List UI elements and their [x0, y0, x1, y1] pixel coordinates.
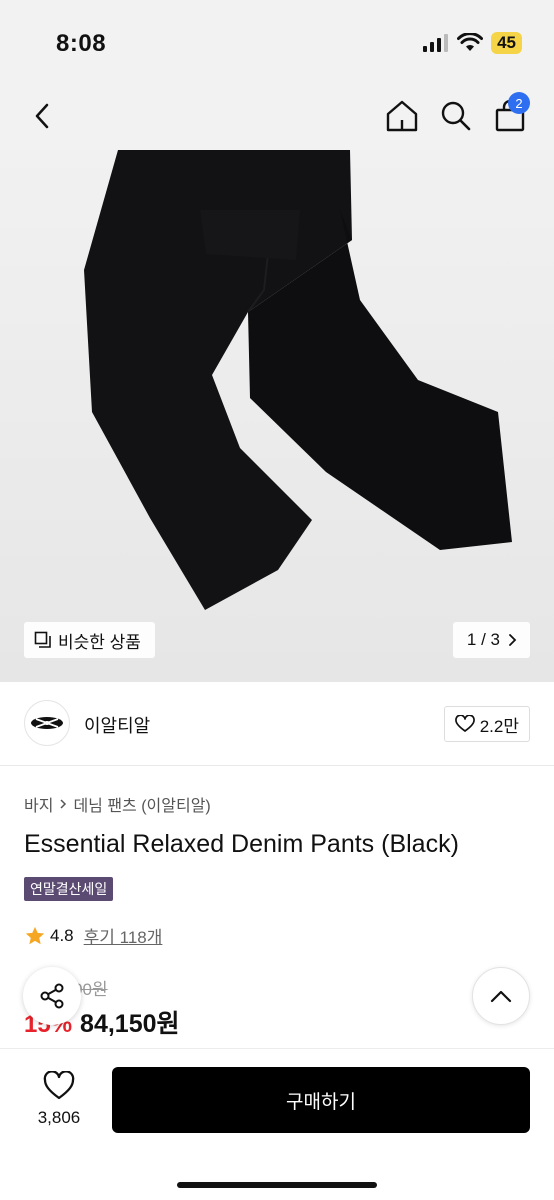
brand-like-button[interactable]: 2.2만	[443, 706, 530, 742]
rating-value: 4.8	[50, 925, 74, 945]
brand-like-count: 2.2만	[479, 716, 519, 736]
brand-name[interactable]: 이알티알	[84, 712, 150, 738]
back-icon	[35, 103, 49, 129]
signal-icon	[423, 34, 449, 52]
chevron-right-icon	[509, 634, 517, 646]
search-button[interactable]	[434, 94, 478, 138]
similar-icon	[34, 631, 51, 648]
buy-button[interactable]: 구매하기	[112, 1067, 530, 1133]
brand-row[interactable]: 이알티알 2.2만	[0, 682, 554, 766]
product-title: Essential Relaxed Denim Pants (Black)	[24, 830, 459, 858]
search-icon	[441, 101, 471, 131]
wish-count: 3,806	[37, 1108, 81, 1127]
similar-products-button[interactable]: 비슷한 상품	[24, 622, 155, 658]
wifi-icon	[457, 33, 484, 51]
bottom-action-bar: 3,806 구매하기	[0, 1048, 554, 1200]
home-indicator	[177, 1182, 377, 1188]
rating-row: 4.8 후기 118개	[24, 923, 162, 948]
status-icons: 45	[423, 32, 522, 54]
product-image	[84, 150, 512, 610]
wish-button[interactable]: 3,806	[24, 1070, 94, 1128]
chevron-right-icon	[60, 799, 67, 809]
brand-logo	[24, 700, 70, 746]
share-button[interactable]	[23, 967, 81, 1025]
cart-button[interactable]: 2	[488, 92, 532, 138]
image-pager-label: 1 / 3	[466, 630, 500, 649]
similar-products-label: 비슷한 상품	[58, 632, 141, 652]
heart-icon	[454, 715, 475, 732]
star-icon	[25, 926, 45, 944]
home-button[interactable]	[380, 94, 424, 138]
brand-logo-mark	[31, 717, 63, 729]
status-bar: 8:08 45	[0, 0, 554, 84]
status-time: 8:08	[56, 30, 107, 57]
home-icon	[386, 100, 418, 132]
sale-price: 84,150원	[80, 1010, 180, 1038]
sale-badge: 연말결산세일	[24, 877, 114, 901]
product-image-carousel[interactable]: 비슷한 상품 1 / 3	[0, 150, 554, 682]
share-icon	[40, 983, 64, 1009]
heart-icon	[43, 1070, 75, 1100]
top-nav: 2	[0, 84, 554, 150]
cart-count-badge: 2	[508, 92, 530, 114]
scroll-top-button[interactable]	[472, 967, 530, 1025]
breadcrumb: 바지 데님 팬츠 (이알티알)	[24, 792, 211, 816]
review-count-link[interactable]: 후기 118개	[84, 923, 163, 948]
chevron-up-icon	[490, 990, 512, 1003]
battery-level: 45	[491, 32, 522, 54]
breadcrumb-subcategory[interactable]: 데님 팬츠 (이알티알)	[73, 792, 210, 816]
breadcrumb-category[interactable]: 바지	[24, 792, 53, 816]
image-pager[interactable]: 1 / 3	[452, 622, 530, 658]
back-button[interactable]	[20, 94, 64, 138]
